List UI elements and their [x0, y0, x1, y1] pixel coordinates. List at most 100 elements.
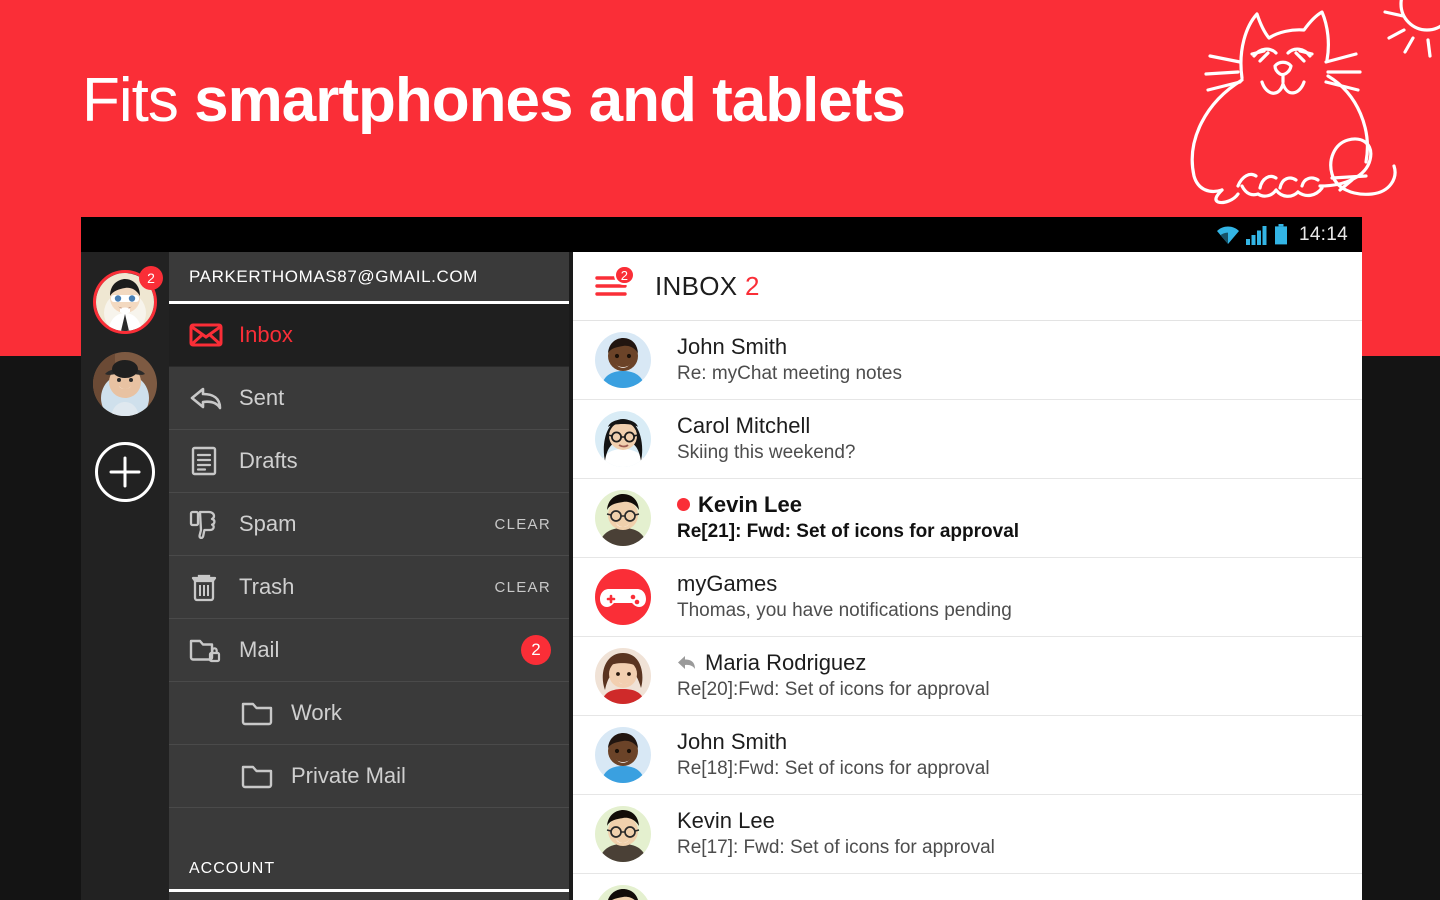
unread-dot-icon [677, 498, 690, 512]
account-avatar-parker[interactable]: 2 [93, 266, 163, 334]
folder-unread-badge: 2 [521, 635, 551, 665]
avatar-maria-rodriguez [595, 648, 651, 704]
sidebar-item-work[interactable]: Work [169, 682, 569, 745]
mail-sender-name: myGames [677, 571, 778, 597]
mail-list-item[interactable]: Maria Rodriguez Re[20]:Fwd: Set of icons … [573, 637, 1362, 716]
mail-list-item[interactable]: Kevin Lee [573, 874, 1362, 900]
mail-item-text: Carol Mitchell Skiing this weekend? [677, 412, 856, 466]
mail-list-item[interactable]: myGames Thomas, you have notifications pe… [573, 558, 1362, 637]
sidebar-item-private-mail[interactable]: Private Mail [169, 745, 569, 808]
menu-unread-badge: 2 [613, 265, 635, 285]
inbox-title-text: INBOX [655, 270, 738, 301]
envelope-icon [189, 322, 223, 348]
mail-subject: Thomas, you have notifications pending [677, 600, 1012, 622]
mail-subject: Skiing this weekend? [677, 442, 856, 464]
mail-sender-row: myGames [677, 570, 1012, 597]
mail-subject: Re[17]: Fwd: Set of icons for approval [677, 837, 995, 859]
mail-subject: Re[20]:Fwd: Set of icons for approval [677, 679, 990, 701]
clear-folder-button[interactable]: CLEAR [494, 516, 551, 533]
promo-headline: Fits smartphones and tablets [82, 66, 906, 135]
sidebar-item-label: Spam [239, 511, 297, 536]
account-email-row[interactable]: PARKERTHOMAS87@GMAIL.COM [169, 252, 569, 304]
sidebar-item-label: Sent [239, 385, 285, 410]
avatar-john-smith [595, 332, 651, 388]
mail-sender-row: Kevin Lee [677, 807, 995, 834]
headline-light-part: Fits [82, 66, 195, 135]
menu-button[interactable]: 2 [595, 265, 635, 301]
mail-item-text: John Smith Re[18]:Fwd: Set of icons for a… [677, 728, 990, 782]
mail-sender-name: John Smith [677, 334, 788, 360]
sidebar-item-label: Drafts [239, 448, 298, 473]
sidebar-item-drafts[interactable]: Drafts [169, 430, 569, 493]
tablet-device-screen: 14:14 2 PARKERTHOMAS87@GMAIL.COM Inbox S… [81, 217, 1362, 900]
mail-sender-row: John Smith [677, 728, 990, 755]
folder-list-spacer [169, 808, 569, 848]
folder-icon [241, 763, 275, 789]
sidebar-item-mail[interactable]: Mail 2 [169, 619, 569, 682]
mail-sender-row: Maria Rodriguez [677, 649, 990, 676]
sidebar-item-label: Work [291, 700, 342, 725]
reply-arrow-icon [189, 385, 223, 411]
mail-item-text: Maria Rodriguez Re[20]:Fwd: Set of icons … [677, 649, 990, 703]
avatar-kevin-lee [595, 806, 651, 862]
sidebar-item-trash[interactable]: Trash CLEAR [169, 556, 569, 619]
battery-icon [1274, 224, 1288, 245]
document-icon [189, 446, 223, 476]
mail-list-item[interactable]: Kevin Lee Re[17]: Fwd: Set of icons for a… [573, 795, 1362, 874]
mail-sender-row: Kevin Lee [677, 491, 1019, 518]
inbox-unread-count: 2 [744, 270, 760, 301]
mail-sender-name: Maria Rodriguez [705, 650, 867, 676]
mail-item-text: John Smith Re: myChat meeting notes [677, 333, 902, 387]
avatar-carol-mitchell [595, 411, 651, 467]
mail-sender-name: Carol Mitchell [677, 413, 811, 439]
wifi-icon [1216, 225, 1240, 245]
status-bar-clock: 14:14 [1298, 223, 1348, 245]
mail-list-item[interactable]: Carol Mitchell Skiing this weekend? [573, 400, 1362, 479]
mail-list-item[interactable]: John Smith Re[18]:Fwd: Set of icons for a… [573, 716, 1362, 795]
mail-sender-name: Kevin Lee [698, 492, 802, 518]
mail-sender-name: John Smith [677, 729, 788, 755]
clear-folder-button[interactable]: CLEAR [494, 579, 551, 596]
mail-sender-name: Kevin Lee [677, 808, 775, 834]
account-settings-row-partial[interactable] [169, 892, 569, 900]
sidebar-item-label: Mail [239, 637, 280, 662]
inbox-title: INBOX 2 [655, 271, 760, 302]
android-status-bar: 14:14 [81, 217, 1362, 252]
mail-sender-row: Carol Mitchell [677, 412, 856, 439]
folder-icon [241, 700, 275, 726]
headline-bold-part: smartphones and tablets [194, 66, 906, 135]
sidebar-item-inbox[interactable]: Inbox [169, 304, 569, 367]
sidebar-item-label: Inbox [239, 322, 293, 347]
avatar-kevin-lee [595, 885, 651, 900]
signal-icon [1245, 225, 1268, 245]
avatar-mygames [595, 569, 651, 625]
mail-item-text: Kevin Lee Re[21]: Fwd: Set of icons for a… [677, 491, 1019, 545]
account-section-label: ACCOUNT [189, 859, 276, 877]
add-account-button[interactable] [95, 442, 155, 502]
mail-list-item[interactable]: John Smith Re: myChat meeting notes [573, 321, 1362, 400]
account-avatar-secondary[interactable] [93, 352, 157, 416]
mail-list-item[interactable]: Kevin Lee Re[21]: Fwd: Set of icons for a… [573, 479, 1362, 558]
folder-list: Inbox Sent Drafts Spam CLEAR Trash CLEAR Mail 2 W… [169, 304, 569, 808]
avatar [93, 352, 157, 416]
sidebar-item-label: Trash [239, 574, 295, 599]
sidebar-item-spam[interactable]: Spam CLEAR [169, 493, 569, 556]
account-email-label: PARKERTHOMAS87@GMAIL.COM [189, 266, 478, 286]
mail-item-text: Kevin Lee Re[17]: Fwd: Set of icons for a… [677, 807, 995, 861]
mail-subject: Re[21]: Fwd: Set of icons for approval [677, 521, 1020, 543]
sidebar-item-sent[interactable]: Sent [169, 367, 569, 430]
mail-list: John Smith Re: myChat meeting notes Carol… [573, 321, 1362, 900]
sidebar-item-label: Private Mail [291, 763, 406, 788]
plus-icon [109, 456, 141, 488]
mail-sender-row: John Smith [677, 333, 902, 360]
mail-list-panel: 2 INBOX 2 John Smith Re: myChat meeting n… [569, 252, 1362, 900]
mail-subject: Re: myChat meeting notes [677, 363, 902, 385]
avatar-kevin-lee [595, 490, 651, 546]
account-rail: 2 [81, 252, 169, 900]
mail-subject: Re[18]:Fwd: Set of icons for approval [677, 758, 990, 780]
mail-item-text: myGames Thomas, you have notifications pe… [677, 570, 1012, 624]
account-unread-badge: 2 [139, 266, 163, 290]
replied-arrow-icon [677, 654, 697, 671]
thumbs-down-icon [189, 509, 223, 539]
inbox-header: 2 INBOX 2 [573, 252, 1362, 321]
